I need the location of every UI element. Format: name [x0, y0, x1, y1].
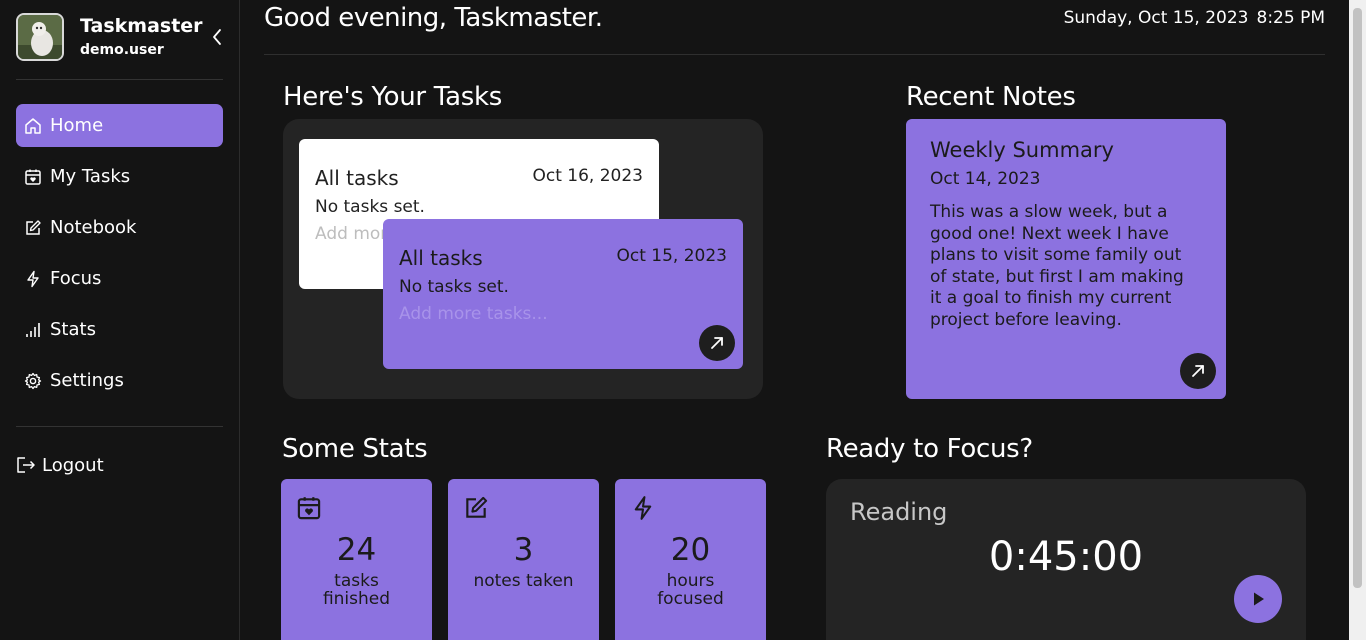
avatar: [16, 13, 64, 61]
focus-panel: Reading 0:45:00: [826, 479, 1306, 640]
scrollbar[interactable]: [1349, 0, 1366, 640]
note-title: Weekly Summary: [930, 138, 1114, 162]
stat-label: notes taken: [473, 571, 574, 591]
task-card-date: Oct 15, 2023: [616, 246, 728, 266]
sidebar-item-label: Stats: [50, 319, 96, 340]
sidebar-item-label: Settings: [50, 370, 124, 391]
note-date: Oct 14, 2023: [930, 169, 1041, 189]
task-card-add-link[interactable]: Add more tasks...: [399, 304, 548, 324]
stat-value: 20: [670, 532, 711, 568]
task-card-date: Oct 16, 2023: [532, 166, 644, 186]
stat-card-notes: 3 notes taken: [448, 479, 599, 640]
play-icon: [1254, 592, 1264, 606]
arrow-up-right-icon: [711, 337, 723, 349]
stat-label: hours focused: [657, 571, 724, 609]
sidebar-item-settings[interactable]: Settings: [16, 359, 223, 402]
logout-button[interactable]: Logout: [16, 450, 104, 480]
stat-card-tasks: 24 tasks finished: [281, 479, 432, 640]
sidebar-item-label: Focus: [50, 268, 102, 289]
note-body: This was a slow week, but a good one! Ne…: [930, 202, 1184, 330]
sidebar-item-stats[interactable]: Stats: [16, 308, 223, 351]
sidebar-item-home[interactable]: Home: [16, 104, 223, 147]
sidebar: Taskmaster demo.user Home My Tasks Noteb…: [0, 0, 240, 640]
current-time: 8:25 PM: [1256, 8, 1326, 28]
focus-activity-label: Reading: [850, 498, 948, 526]
logout-label: Logout: [42, 454, 104, 476]
notes-section-title: Recent Notes: [906, 82, 1076, 112]
edit-icon: [463, 495, 489, 521]
task-card-title: All tasks: [399, 246, 483, 270]
collapse-sidebar-button[interactable]: [210, 27, 224, 47]
calendar-heart-icon: [296, 495, 322, 521]
open-task-button[interactable]: [699, 325, 735, 361]
datetime: Sunday, Oct 15, 2023 8:25 PM: [1056, 8, 1325, 28]
lightning-icon: [23, 269, 43, 289]
start-focus-button[interactable]: [1234, 575, 1282, 623]
open-note-button[interactable]: [1180, 353, 1216, 389]
header-divider: [264, 54, 1325, 55]
task-card-status: No tasks set.: [315, 197, 425, 217]
profile: Taskmaster demo.user: [16, 13, 224, 63]
task-card-status: No tasks set.: [399, 277, 509, 297]
sidebar-item-my-tasks[interactable]: My Tasks: [16, 155, 223, 198]
scrollbar-thumb[interactable]: [1353, 8, 1362, 588]
sidebar-item-focus[interactable]: Focus: [16, 257, 223, 300]
sidebar-divider: [16, 79, 223, 80]
focus-timer: 0:45:00: [988, 534, 1144, 580]
sidebar-item-label: Home: [50, 115, 104, 136]
edit-icon: [23, 218, 43, 238]
bar-chart-icon: [23, 320, 43, 340]
page-title: Good evening, Taskmaster.: [264, 3, 603, 33]
task-card[interactable]: All tasks Oct 15, 2023 No tasks set. Add…: [383, 219, 743, 369]
sidebar-item-notebook[interactable]: Notebook: [16, 206, 223, 249]
sidebar-nav: Home My Tasks Notebook Focus Stats Setti…: [16, 104, 223, 410]
stat-value: 24: [336, 532, 377, 568]
calendar-heart-icon: [23, 167, 43, 187]
tasks-section-title: Here's Your Tasks: [283, 82, 502, 112]
stat-label: tasks finished: [322, 571, 391, 609]
profile-name: Taskmaster: [80, 15, 203, 37]
task-card-title: All tasks: [315, 166, 399, 190]
chevron-left-icon: [213, 29, 221, 45]
focus-section-title: Ready to Focus?: [826, 434, 1033, 464]
lightning-icon: [630, 495, 656, 521]
profile-username: demo.user: [80, 42, 164, 58]
current-date: Sunday, Oct 15, 2023: [1063, 8, 1249, 28]
stat-card-focus: 20 hours focused: [615, 479, 766, 640]
logout-icon: [16, 455, 36, 475]
stats-section-title: Some Stats: [282, 434, 428, 464]
note-card[interactable]: Weekly Summary Oct 14, 2023 This was a s…: [906, 119, 1226, 399]
sidebar-item-label: Notebook: [50, 217, 137, 238]
stat-value: 3: [513, 532, 534, 568]
home-icon: [23, 116, 43, 136]
sidebar-divider: [16, 426, 223, 427]
sidebar-item-label: My Tasks: [50, 166, 131, 187]
gear-icon: [23, 371, 43, 391]
arrow-up-right-icon: [1192, 365, 1204, 377]
